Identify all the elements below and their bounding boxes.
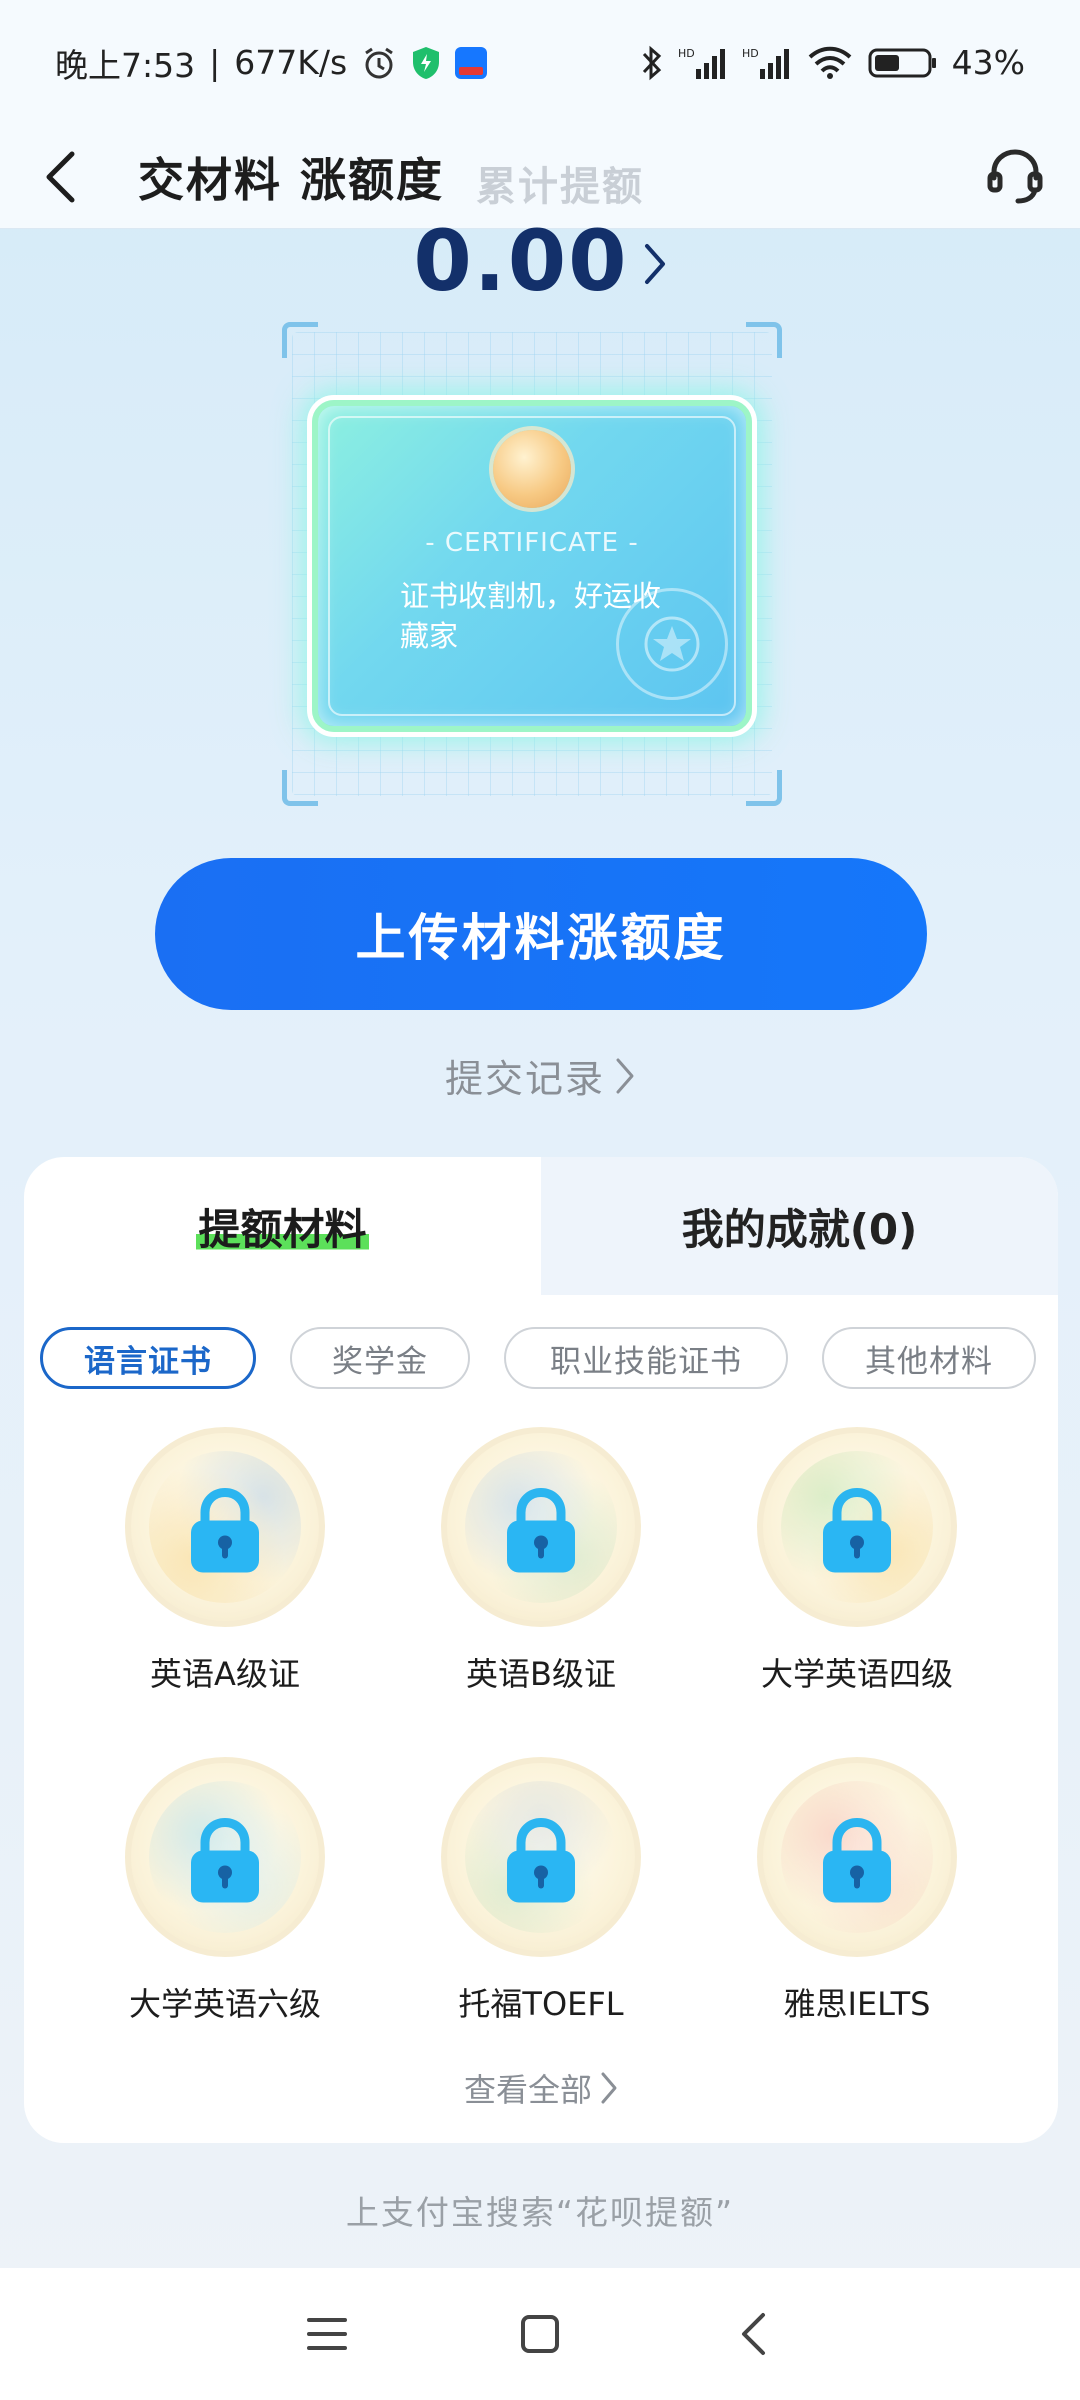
badge-label: 英语B级证 xyxy=(466,1655,616,1693)
chevron-right-icon xyxy=(644,244,665,284)
badge-item[interactable]: 托福TOEFL xyxy=(376,1757,706,2025)
badge-item[interactable]: 英语A级证 xyxy=(60,1427,390,1695)
badge-label: 雅思IELTS xyxy=(783,1985,931,2023)
tab-my-achievements[interactable]: 我的成就(0) xyxy=(541,1157,1058,1295)
battery-level: 43% xyxy=(951,43,1025,82)
star-stamp-icon xyxy=(616,588,728,700)
chip-scholarship[interactable]: 奖学金 xyxy=(290,1327,470,1389)
locked-badge xyxy=(757,1427,957,1627)
security-shield-icon xyxy=(411,46,441,80)
tab-raise-materials[interactable]: 提额材料 xyxy=(24,1157,541,1295)
certificate-label: - CERTIFICATE - xyxy=(425,528,639,558)
badge-label: 托福TOEFL xyxy=(458,1985,624,2023)
submission-record-label: 提交记录 xyxy=(444,1057,605,1101)
locked-badge xyxy=(441,1757,641,1957)
locked-badge xyxy=(125,1757,325,1957)
status-divider: | xyxy=(209,43,221,82)
status-time: 晚上7:53 xyxy=(55,45,196,85)
lock-icon xyxy=(823,1817,891,1903)
page-title: 交材料 涨额度 xyxy=(138,152,445,207)
chip-vocational-certificate[interactable]: 职业技能证书 xyxy=(504,1327,788,1389)
svg-text:HD: HD xyxy=(742,47,759,60)
wifi-icon xyxy=(806,45,854,81)
badge-item[interactable]: 英语B级证 xyxy=(376,1427,706,1695)
certificate-frame: - CERTIFICATE - 证书收割机，好运收藏家 xyxy=(282,322,782,806)
system-back-button[interactable] xyxy=(713,2294,793,2374)
status-bar: 晚上7:53 | 677K/s HD HD 43% xyxy=(0,0,1080,125)
search-hint: 上支付宝搜索“花呗提额” xyxy=(345,2193,735,2232)
lock-icon xyxy=(507,1817,575,1903)
medal-icon xyxy=(493,430,571,508)
badge-item[interactable]: 大学英语四级 xyxy=(692,1427,1022,1695)
panel-tabs: 提额材料 我的成就(0) xyxy=(24,1157,1058,1295)
status-speed: 677K/s xyxy=(234,43,348,82)
chip-other-materials[interactable]: 其他材料 xyxy=(822,1327,1036,1389)
chip-language-certificate[interactable]: 语言证书 xyxy=(40,1327,256,1389)
chevron-right-icon xyxy=(616,1058,634,1093)
badge-item[interactable]: 雅思IELTS xyxy=(692,1757,1022,2025)
page-subtitle: 累计提额 xyxy=(476,163,645,210)
certificate-card: - CERTIFICATE - 证书收割机，好运收藏家 xyxy=(312,400,752,732)
signal-1-icon: HD xyxy=(678,45,728,81)
frame-corner xyxy=(282,770,318,806)
menu-icon xyxy=(306,2318,347,2350)
badge-label: 大学英语六级 xyxy=(128,1985,321,2023)
signal-2-icon: HD xyxy=(742,45,792,81)
badge-item[interactable]: 大学英语六级 xyxy=(60,1757,390,2025)
menu-button[interactable] xyxy=(287,2294,367,2374)
frame-corner xyxy=(746,322,782,358)
amount-value: 0.00 xyxy=(413,212,629,310)
tab-label: 提额材料 xyxy=(196,1195,369,1257)
home-square-icon xyxy=(520,2315,559,2353)
frame-corner xyxy=(282,322,318,358)
materials-panel: 提额材料 我的成就(0) 语言证书 奖学金 职业技能证书 其他材料 英语A级证 … xyxy=(24,1157,1058,2143)
lock-icon xyxy=(191,1817,259,1903)
back-button[interactable] xyxy=(30,147,90,207)
badge-label: 英语A级证 xyxy=(150,1655,300,1693)
lock-icon xyxy=(507,1487,575,1573)
badge-label: 大学英语四级 xyxy=(760,1655,953,1693)
home-button[interactable] xyxy=(500,2294,580,2374)
chevron-left-icon xyxy=(46,151,75,202)
lock-icon xyxy=(191,1487,259,1573)
svg-text:HD: HD xyxy=(678,47,695,60)
view-all-link[interactable]: 查看全部 xyxy=(24,2065,1058,2111)
upload-materials-button[interactable]: 上传材料涨额度 xyxy=(155,858,927,1010)
bluetooth-icon xyxy=(640,44,664,82)
category-filter: 语言证书 奖学金 职业技能证书 其他材料 xyxy=(24,1295,1058,1389)
back-arrow-icon xyxy=(742,2313,766,2355)
total-raised-amount[interactable]: 0.00 xyxy=(0,212,1080,310)
chevron-right-icon xyxy=(601,2072,617,2104)
frame-corner xyxy=(746,770,782,806)
customer-service-button[interactable] xyxy=(980,142,1050,212)
lock-icon xyxy=(823,1487,891,1573)
locked-badge xyxy=(441,1427,641,1627)
tab-label: 我的成就(0) xyxy=(681,1204,918,1254)
locked-badge xyxy=(125,1427,325,1627)
alipay-notification-icon xyxy=(455,46,488,79)
view-all-label: 查看全部 xyxy=(463,2071,592,2109)
submission-record-link[interactable]: 提交记录 xyxy=(0,1048,1080,1103)
headset-icon xyxy=(987,148,1043,203)
locked-badge xyxy=(757,1757,957,1957)
system-navigation-bar xyxy=(0,2268,1080,2400)
battery-icon xyxy=(868,46,938,80)
alarm-icon xyxy=(361,45,397,81)
